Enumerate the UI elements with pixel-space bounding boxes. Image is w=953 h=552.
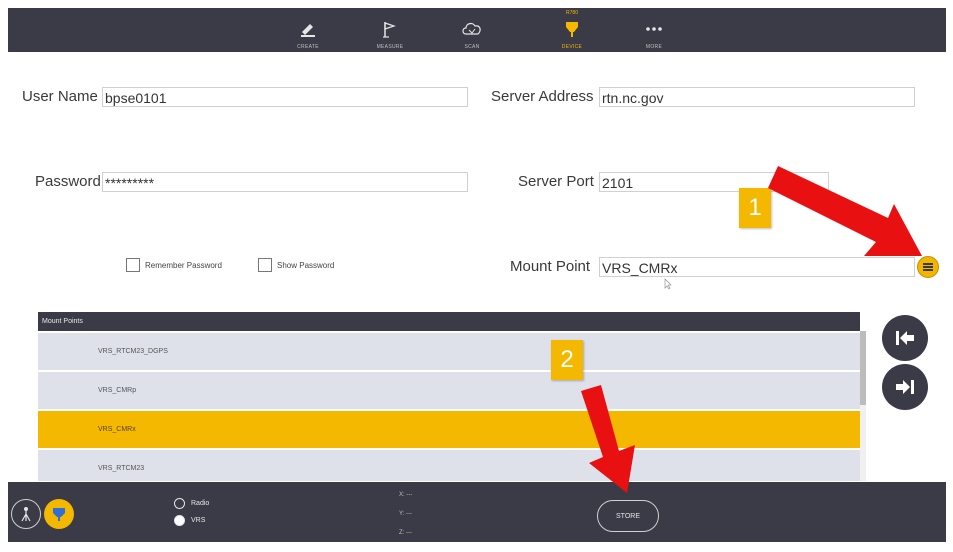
list-item[interactable]: VRS_CMRp [38, 372, 860, 409]
password-label: Password [35, 173, 101, 190]
mount-points-header: Mount Points [38, 312, 860, 331]
radio-option-label: Radio [191, 500, 210, 507]
previous-page-button[interactable] [882, 315, 928, 361]
vrs-option-label: VRS [191, 517, 206, 524]
server-port-label: Server Port [518, 173, 594, 190]
nav-device[interactable]: R780 DEVICE [542, 10, 602, 50]
list-scroll-thumb[interactable] [860, 331, 866, 405]
more-dots-icon [642, 16, 666, 42]
vrs-radio-button[interactable] [174, 515, 185, 526]
radio-radio-button[interactable] [174, 498, 185, 509]
nav-more[interactable]: MORE [624, 10, 684, 50]
next-page-button[interactable] [882, 364, 928, 410]
radio-option[interactable]: Radio [174, 498, 209, 509]
username-input[interactable]: bpse0101 [102, 87, 468, 107]
mount-points-list: VRS_RTCM23_DGPS VRS_CMRp VRS_CMRx VRS_RT… [38, 333, 860, 481]
show-password-option[interactable]: Show Password [258, 258, 334, 272]
nav-more-label: MORE [645, 44, 663, 50]
server-address-label: Server Address [491, 88, 594, 105]
red-arrow-icon [581, 385, 635, 493]
username-label: User Name [22, 88, 98, 105]
list-item-selected[interactable]: VRS_CMRx [38, 411, 860, 448]
list-item[interactable]: VRS_RTCM23 [38, 450, 860, 481]
pencil-icon [296, 16, 320, 42]
tripod-icon [21, 507, 31, 522]
receiver-button[interactable] [44, 499, 74, 529]
list-item[interactable]: VRS_RTCM23_DGPS [38, 333, 860, 370]
nav-scan-label: SCAN [464, 44, 480, 50]
cloud-icon [460, 16, 484, 42]
nav-create-label: CREATE [297, 44, 319, 50]
callout-2: 2 [551, 340, 583, 380]
nav-create[interactable]: CREATE [278, 10, 338, 50]
remember-password-option[interactable]: Remember Password [126, 258, 222, 272]
show-password-checkbox[interactable] [258, 258, 272, 272]
show-password-label: Show Password [277, 260, 335, 270]
remember-password-label: Remember Password [145, 260, 222, 270]
red-arrow-icon [768, 166, 922, 256]
nav-scan[interactable]: SCAN [442, 10, 502, 50]
remember-password-checkbox[interactable] [126, 258, 140, 272]
nav-device-label: DEVICE [561, 44, 583, 50]
password-input[interactable]: ********* [102, 172, 468, 192]
top-nav-bar: CREATE MEASURE SCAN R780 DEVICE MORE [8, 8, 946, 52]
y-coordinate: Y: --- [399, 511, 412, 517]
nav-measure[interactable]: MEASURE [360, 10, 420, 50]
receiver-icon [560, 16, 584, 42]
skip-start-icon [896, 331, 914, 345]
z-coordinate: Z: --- [399, 530, 412, 536]
bottom-status-bar: Radio VRS X: --- Y: --- Z: --- STORE [8, 482, 946, 542]
store-button[interactable]: STORE [597, 500, 659, 532]
nav-measure-label: MEASURE [376, 44, 404, 50]
vrs-option[interactable]: VRS [174, 515, 205, 526]
flag-icon [378, 16, 402, 42]
skip-end-icon [896, 380, 914, 394]
server-address-input[interactable]: rtn.nc.gov [599, 87, 915, 107]
instrument-button[interactable] [11, 499, 41, 529]
mouse-cursor-icon [664, 278, 672, 290]
x-coordinate: X: --- [399, 492, 413, 498]
gnss-receiver-icon [53, 508, 65, 521]
mount-point-label: Mount Point [510, 258, 591, 275]
